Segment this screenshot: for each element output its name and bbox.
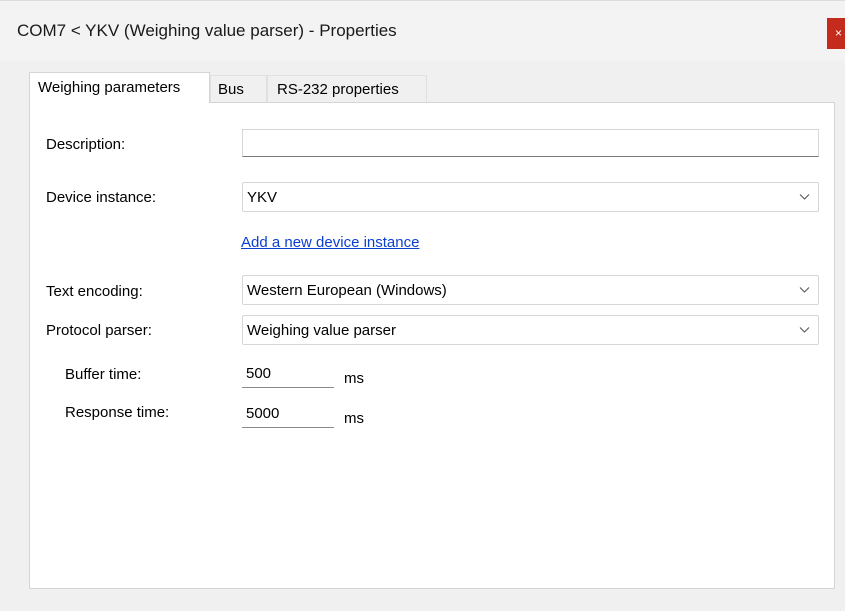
description-label: Description:	[46, 136, 126, 153]
chevron-down-icon	[799, 287, 810, 293]
tab-rs232-properties[interactable]: RS-232 properties	[267, 75, 427, 103]
response-time-field[interactable]	[242, 400, 334, 428]
add-device-instance-link[interactable]: Add a new device instance	[241, 234, 419, 251]
protocol-parser-select[interactable]: Weighing value parser	[242, 315, 819, 345]
text-encoding-select[interactable]: Western European (Windows)	[242, 275, 819, 305]
tab-label: Bus	[218, 81, 244, 98]
device-instance-value: YKV	[247, 189, 278, 206]
buffer-time-field[interactable]	[242, 360, 334, 388]
chevron-down-icon	[799, 194, 810, 200]
device-instance-select[interactable]: YKV	[242, 182, 819, 212]
protocol-parser-value: Weighing value parser	[247, 322, 396, 339]
device-instance-label: Device instance:	[46, 189, 157, 206]
tab-label: Weighing parameters	[38, 79, 181, 96]
text-encoding-label: Text encoding:	[46, 283, 143, 300]
tab-weighing-parameters[interactable]: Weighing parameters	[29, 72, 210, 103]
description-field[interactable]	[242, 129, 819, 157]
tab-bus[interactable]: Bus	[210, 75, 267, 103]
text-encoding-value: Western European (Windows)	[247, 282, 447, 299]
response-time-label: Response time:	[65, 404, 170, 421]
close-icon: ×	[835, 26, 843, 40]
buffer-time-unit: ms	[344, 370, 364, 387]
title-bar: COM7 < YKV (Weighing value parser) - Pro…	[0, 0, 845, 61]
tab-panel: Description: Device instance: YKV Add a …	[29, 102, 835, 589]
window-title: COM7 < YKV (Weighing value parser) - Pro…	[17, 21, 397, 40]
chevron-down-icon	[799, 327, 810, 333]
tab-label: RS-232 properties	[277, 81, 399, 98]
protocol-parser-label: Protocol parser:	[46, 322, 152, 339]
close-button[interactable]: ×	[827, 18, 845, 49]
buffer-time-label: Buffer time:	[65, 366, 142, 383]
response-time-unit: ms	[344, 410, 364, 427]
